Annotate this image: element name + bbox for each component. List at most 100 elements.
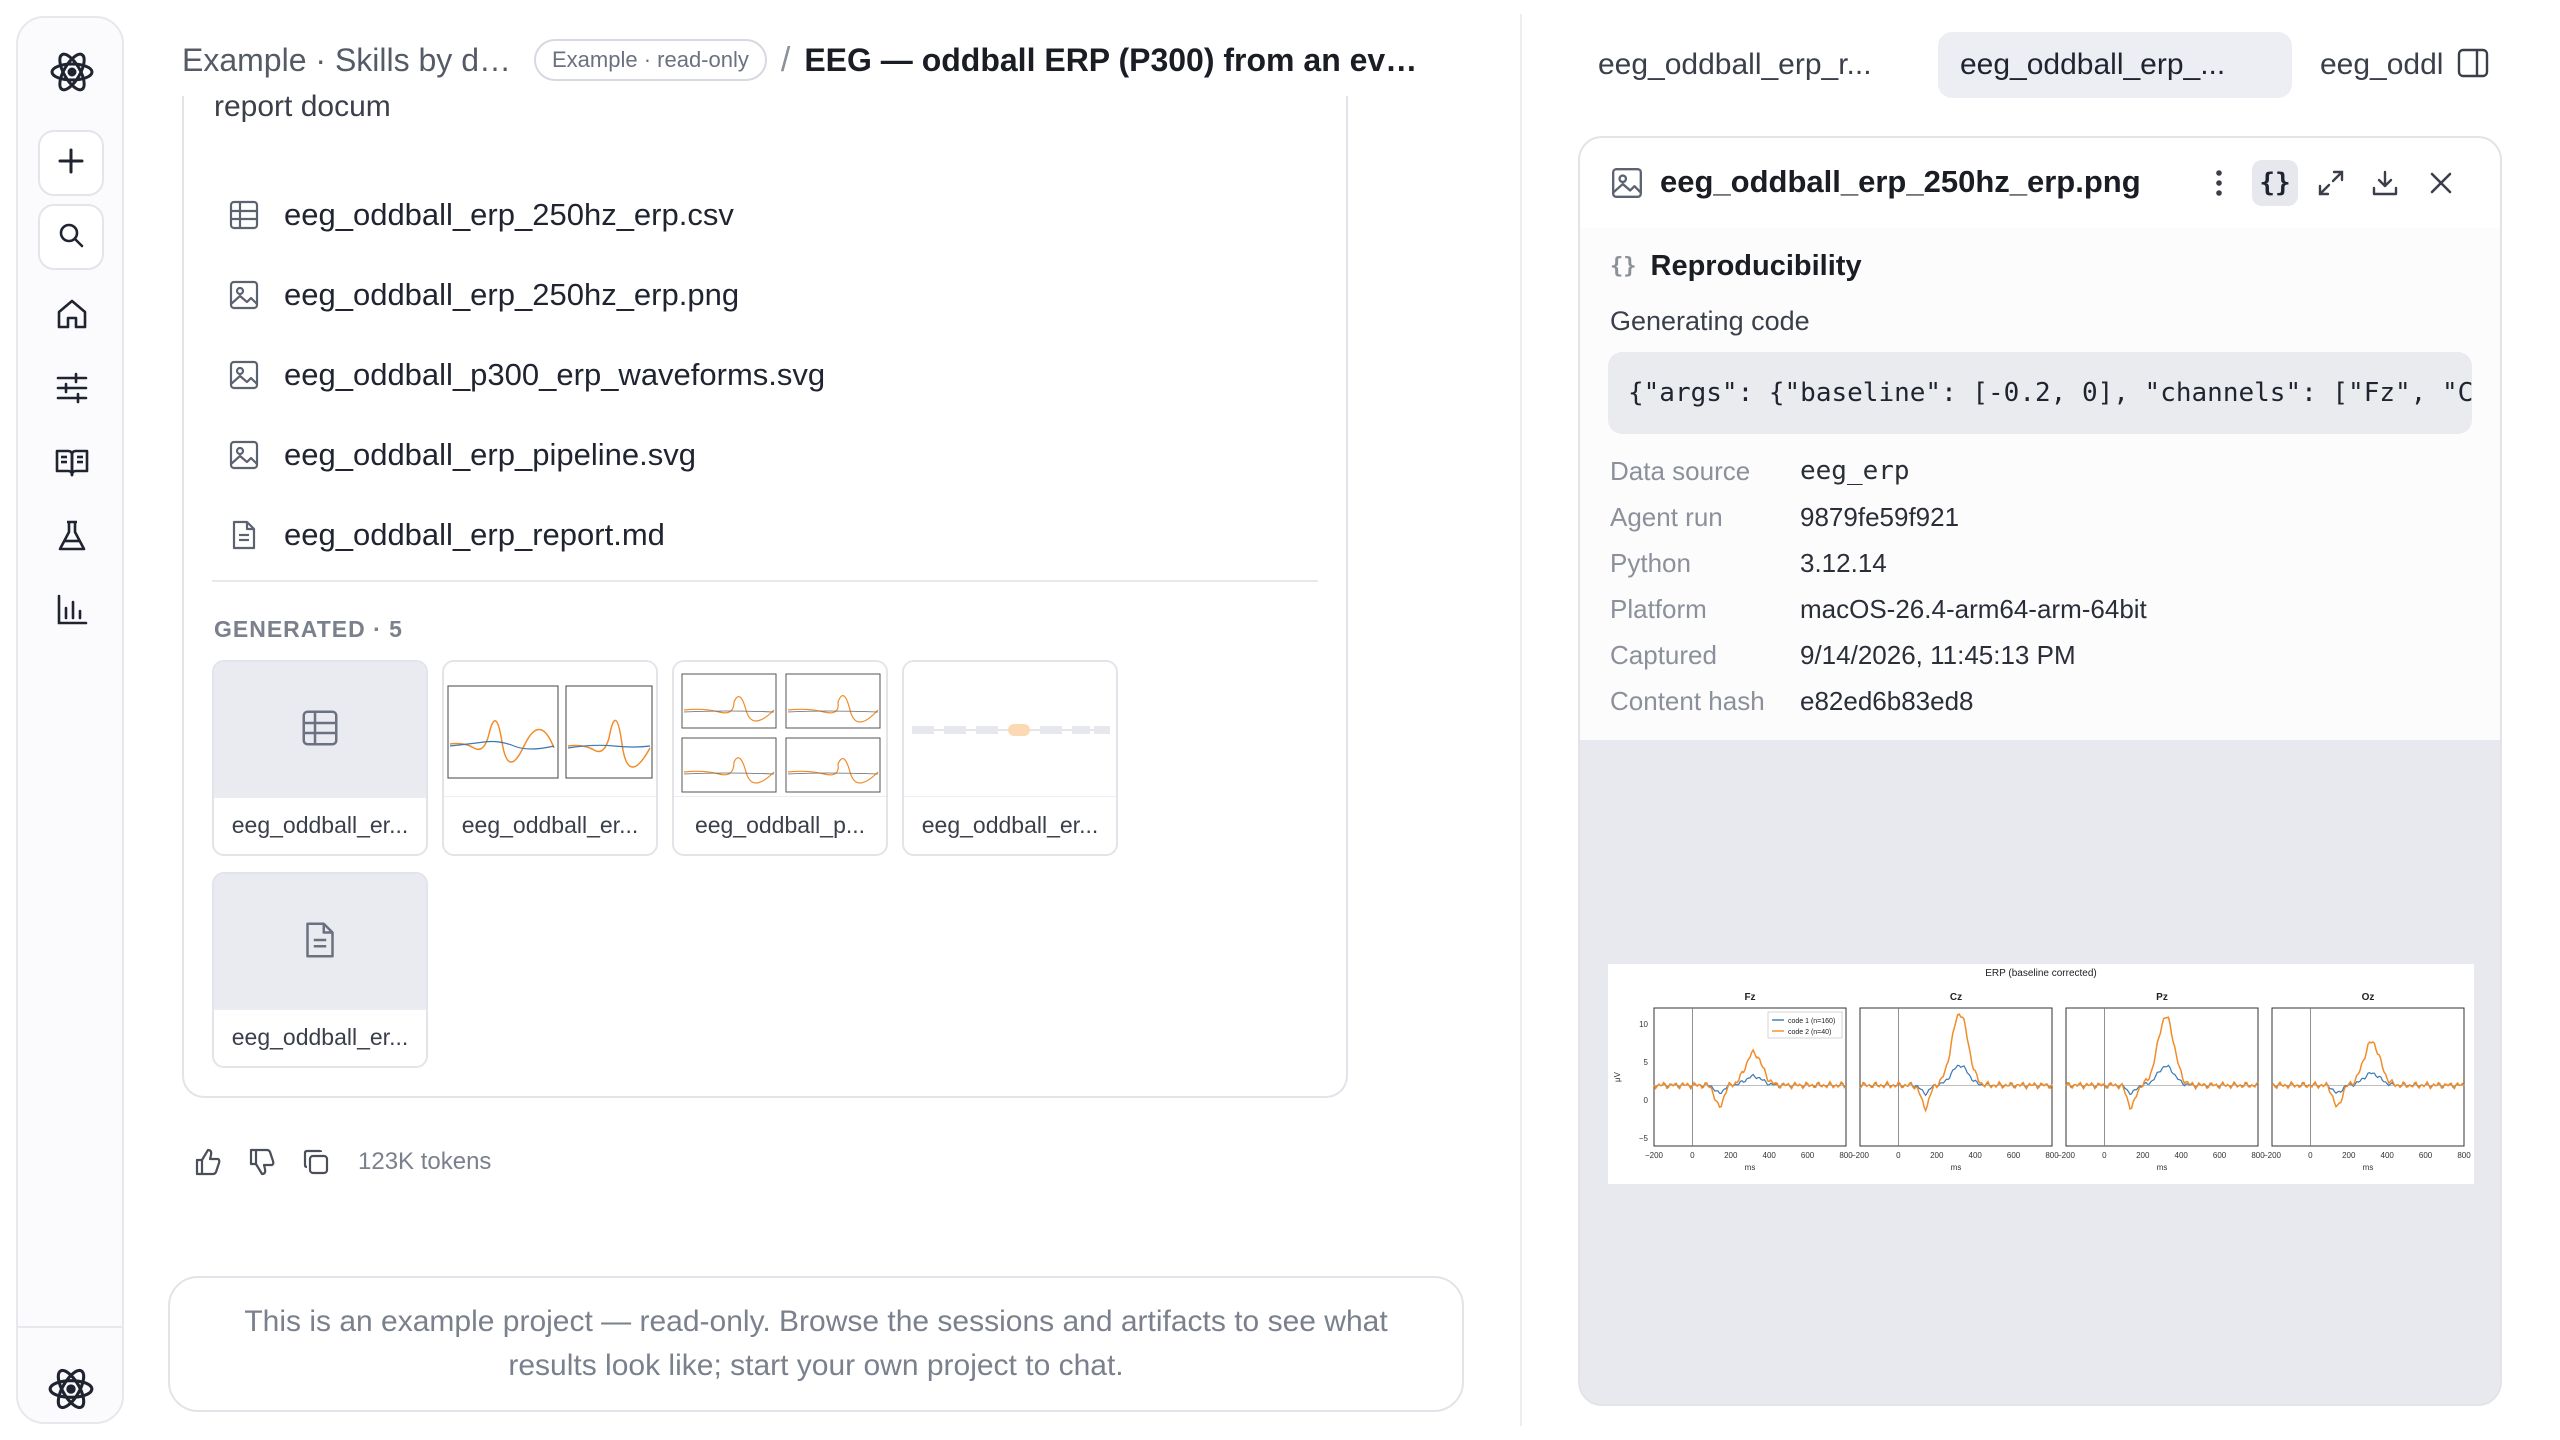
- thumbs-down-icon[interactable]: [244, 1144, 280, 1180]
- plus-icon: [56, 146, 86, 181]
- file-link[interactable]: eeg_oddball_erp_pipeline.svg: [226, 430, 696, 480]
- viewer-header: eeg_oddball_erp_250hz_erp.png {}: [1580, 138, 2500, 228]
- artifact-thumbnail[interactable]: eeg_oddball_p...: [672, 660, 888, 856]
- close-icon[interactable]: [2418, 160, 2464, 206]
- file-name: eeg_oddball_erp_pipeline.svg: [284, 437, 696, 472]
- chart-icon[interactable]: [52, 590, 92, 630]
- meta-key: Agent run: [1610, 502, 1723, 532]
- flask-icon[interactable]: [52, 516, 92, 556]
- left-rail: [16, 16, 124, 1424]
- y-tick-label: 10: [1639, 1020, 1648, 1029]
- artifact-viewer: eeg_oddball_erp_250hz_erp.png {} {} Repr…: [1578, 136, 2502, 1406]
- code-braces-icon[interactable]: {}: [2252, 160, 2298, 206]
- more-options-icon[interactable]: [2196, 160, 2242, 206]
- file-link[interactable]: eeg_oddball_p300_erp_waveforms.svg: [226, 350, 825, 400]
- table-icon: [226, 197, 262, 233]
- search-button[interactable]: [38, 204, 104, 270]
- series-line-code-1: [2271, 1072, 2465, 1095]
- x-tick-label: 400: [2175, 1151, 2189, 1160]
- meta-row: Platform macOS-26.4-arm64-arm-64bit: [1610, 594, 2147, 625]
- erp-plot-image: ERP (baseline corrected) Fz −200 0 200 400 600…: [1608, 964, 2474, 1184]
- waveforms-preview-image: [681, 673, 881, 793]
- x-tick-label: −200: [1645, 1151, 1664, 1160]
- message-actions: 123K tokens: [190, 1144, 491, 1180]
- search-icon: [57, 221, 85, 254]
- thumbnail-label: eeg_oddball_er...: [444, 796, 656, 854]
- file-name: eeg_oddball_erp_250hz_erp.csv: [284, 197, 734, 232]
- tab-label: eeg_oddball_erp_r...: [1598, 48, 1872, 81]
- panel-divider[interactable]: [1520, 14, 1522, 1426]
- x-tick-label: −200: [2263, 1151, 2282, 1160]
- app-logo-icon[interactable]: [48, 48, 96, 96]
- file-link[interactable]: eeg_oddball_erp_250hz_erp.csv: [226, 190, 734, 240]
- artifact-thumbnail[interactable]: eeg_oddball_er...: [212, 660, 428, 856]
- thumbnail-preview: [214, 662, 426, 798]
- plot-title: ERP (baseline corrected): [1985, 968, 2097, 979]
- generating-code-block[interactable]: {"args": {"baseline": [-0.2, 0], "channe…: [1608, 352, 2472, 434]
- thumbnail-preview: [214, 874, 426, 1010]
- y-tick-label: −5: [1639, 1134, 1649, 1143]
- file-link[interactable]: eeg_oddball_erp_250hz_erp.png: [226, 270, 739, 320]
- message-text: report docum: [214, 90, 391, 123]
- panel-title: Pz: [2156, 992, 2168, 1003]
- download-icon[interactable]: [2362, 160, 2408, 206]
- x-tick-label: 200: [1930, 1151, 1944, 1160]
- app-logo-icon[interactable]: [46, 1364, 96, 1414]
- thumbs-up-icon[interactable]: [190, 1144, 226, 1180]
- reproducibility-section: {} Reproducibility Generating code {"arg…: [1580, 228, 2500, 740]
- series-line-code-2: [2065, 1016, 2259, 1110]
- meta-key: Platform: [1610, 594, 1707, 624]
- x-tick-label: 600: [1801, 1151, 1815, 1160]
- breadcrumb-separator: /: [780, 40, 791, 79]
- breadcrumb: Example · Skills by do... Example · read…: [182, 36, 1424, 84]
- generating-code-label: Generating code: [1610, 306, 1810, 336]
- x-tick-label: 0: [2102, 1151, 2107, 1160]
- sidebar-toggle-icon[interactable]: [2456, 46, 2492, 82]
- meta-value: e82ed6b83ed8: [1800, 686, 1974, 716]
- legend-label: code 2 (n=40): [1788, 1029, 1831, 1036]
- thumbnail-label: eeg_oddball_p...: [674, 796, 886, 854]
- message-card: report docum eeg_oddball_erp_250hz_erp.c…: [182, 90, 1348, 1098]
- x-tick-label: 800: [2457, 1151, 2471, 1160]
- meta-value: 9/14/2026, 11:45:13 PM: [1800, 640, 2076, 670]
- meta-row: Python 3.12.14: [1610, 548, 1887, 579]
- x-tick-label: −200: [2057, 1151, 2076, 1160]
- notice-text: This is an example project — read-only. …: [244, 1305, 1388, 1382]
- sliders-icon[interactable]: [52, 368, 92, 408]
- pipeline-preview-image: [912, 724, 1110, 736]
- plot-panel: [1859, 1007, 2053, 1147]
- y-tick-label: 0: [1644, 1096, 1649, 1105]
- artifact-thumbnail[interactable]: eeg_oddball_er...: [902, 660, 1118, 856]
- expand-icon[interactable]: [2308, 160, 2354, 206]
- thumbnail-preview: [444, 662, 656, 798]
- copy-icon[interactable]: [298, 1144, 334, 1180]
- thumbnail-preview: [674, 662, 886, 798]
- home-icon[interactable]: [52, 294, 92, 334]
- erp-preview-image: [447, 685, 653, 779]
- meta-key: Python: [1610, 548, 1691, 578]
- artifact-tab[interactable]: eeg_oddl: [2320, 32, 2444, 98]
- artifact-thumbnail[interactable]: eeg_oddball_er...: [212, 872, 428, 1068]
- reproducibility-title: Reproducibility: [1650, 250, 1862, 282]
- read-only-notice: This is an example project — read-only. …: [168, 1276, 1464, 1412]
- artifact-tab[interactable]: eeg_oddball_erp_r...: [1598, 32, 1898, 98]
- meta-value: macOS-26.4-arm64-arm-64bit: [1800, 594, 2147, 624]
- file-link[interactable]: eeg_oddball_erp_report.md: [226, 510, 665, 560]
- meta-value: 9879fe59f921: [1800, 502, 1960, 532]
- book-icon[interactable]: [52, 442, 92, 482]
- x-tick-label: 600: [2007, 1151, 2021, 1160]
- breadcrumb-project[interactable]: Example · Skills by do...: [182, 42, 522, 79]
- generated-label: GENERATED · 5: [214, 616, 403, 642]
- tab-label: eeg_oddball_erp_...: [1960, 48, 2226, 81]
- thumbnail-label: eeg_oddball_er...: [214, 1008, 426, 1066]
- braces-icon: {}: [1610, 254, 1637, 279]
- artifact-tab-active[interactable]: eeg_oddball_erp_...: [1938, 32, 2292, 98]
- x-tick-label: 0: [1690, 1151, 1695, 1160]
- panel-title: Cz: [1950, 992, 1962, 1003]
- read-only-badge: Example · read-only: [534, 39, 767, 81]
- reproducibility-heading: {} Reproducibility: [1610, 250, 1862, 283]
- artifact-thumbnail[interactable]: eeg_oddball_er...: [442, 660, 658, 856]
- series-line-code-1: [2065, 1064, 2259, 1096]
- new-button[interactable]: [38, 130, 104, 196]
- document-icon: [226, 517, 262, 553]
